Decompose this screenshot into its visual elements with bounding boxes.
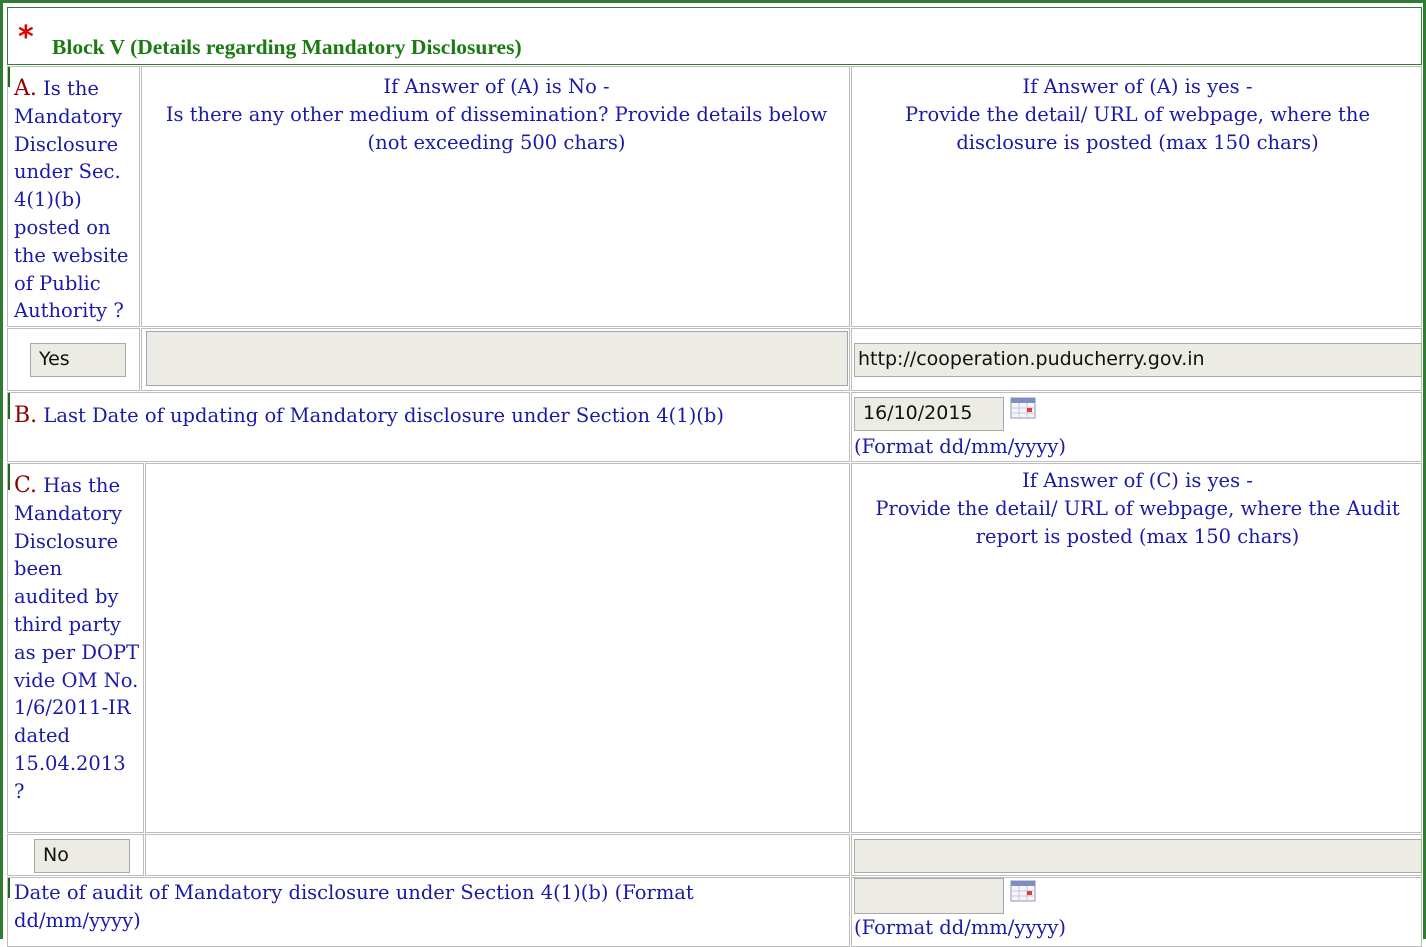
audit-date-cell: Date of audit of Mandatory disclosure un… xyxy=(7,877,850,947)
other-medium-cell xyxy=(141,328,850,391)
block-v-frame: * Block V (Details regarding Mandatory D… xyxy=(0,0,1426,947)
audit-url-input[interactable] xyxy=(854,839,1422,873)
disclosure-url-input[interactable]: http://cooperation.puducherry.gov.in xyxy=(854,343,1422,377)
audit-date-text: Date of audit of Mandatory disclosure un… xyxy=(14,881,694,932)
question-c-answer-select[interactable]: No xyxy=(34,839,130,873)
question-c-yes-header: If Answer of (C) is yes - Provide the de… xyxy=(875,469,1400,548)
url-cell: http://cooperation.puducherry.gov.in xyxy=(851,328,1422,391)
question-a-letter: A. xyxy=(14,76,37,101)
question-c-empty-cell xyxy=(145,463,850,833)
question-b-letter: B. xyxy=(14,403,38,428)
audit-date-format-hint: (Format dd/mm/yyyy) xyxy=(854,916,1067,939)
question-c-cell: C. Has the Mandatory Disclosure been aud… xyxy=(7,463,144,833)
question-a-yes-header-cell: If Answer of (A) is yes - Provide the de… xyxy=(851,66,1422,327)
question-c-answer-cell: No xyxy=(7,834,144,876)
audit-date-input[interactable] xyxy=(854,878,1004,914)
question-a-answer-cell: Yes xyxy=(7,328,140,391)
calendar-icon[interactable] xyxy=(1010,880,1036,902)
audit-url-cell xyxy=(851,834,1422,876)
block-title: Block V (Details regarding Mandatory Dis… xyxy=(52,35,522,59)
audit-date-input-cell: (Format dd/mm/yyyy) xyxy=(851,877,1422,947)
question-a-answer-select[interactable]: Yes xyxy=(30,343,126,377)
required-star: * xyxy=(18,20,34,55)
question-a-text: A. Is the Mandatory Disclosure under Sec… xyxy=(14,76,129,323)
question-a-no-header: If Answer of (A) is No - Is there any ot… xyxy=(165,75,828,154)
block-header: * Block V (Details regarding Mandatory D… xyxy=(7,7,1422,65)
last-update-date-input[interactable]: 16/10/2015 xyxy=(854,397,1004,431)
question-c-letter: C. xyxy=(14,473,38,498)
question-b-date-cell: 16/10/2015 (Format dd/mm/yyyy) xyxy=(851,392,1422,462)
question-b-format-hint: (Format dd/mm/yyyy) xyxy=(854,435,1067,458)
question-b-cell: B. Last Date of updating of Mandatory di… xyxy=(7,392,850,462)
calendar-icon[interactable] xyxy=(1010,397,1036,419)
question-a-no-header-cell: If Answer of (A) is No - Is there any ot… xyxy=(141,66,850,327)
question-a-yes-header: If Answer of (A) is yes - Provide the de… xyxy=(905,75,1370,154)
other-medium-textarea[interactable] xyxy=(146,331,848,386)
question-c-text: C. Has the Mandatory Disclosure been aud… xyxy=(14,473,140,803)
question-c-blank-cell xyxy=(145,834,850,876)
question-c-yes-header-cell: If Answer of (C) is yes - Provide the de… xyxy=(851,463,1422,833)
question-b-text: B. Last Date of updating of Mandatory di… xyxy=(14,403,724,428)
question-a-cell: A. Is the Mandatory Disclosure under Sec… xyxy=(7,66,140,327)
